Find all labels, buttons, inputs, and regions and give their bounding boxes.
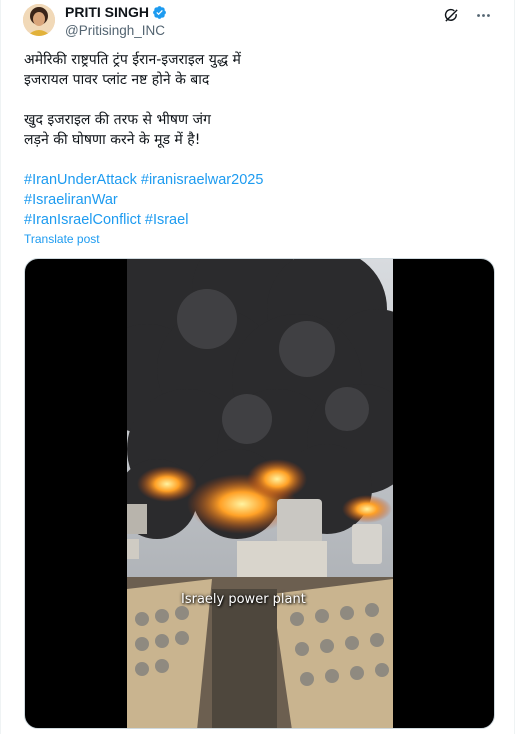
author-handle[interactable]: @Pritisingh_INC: [65, 23, 165, 38]
post-card: PRITI SINGH @Pritisingh_INC अमेरिकी राष्…: [0, 0, 515, 734]
post-line: इजरायल पावर प्लांट नष्ट होने के बाद: [24, 72, 210, 88]
video-frame: [127, 259, 393, 728]
video-player[interactable]: [24, 258, 495, 729]
hashtag-link[interactable]: #IranIsraelConflict: [24, 212, 141, 228]
avatar[interactable]: [23, 4, 55, 36]
author-name[interactable]: PRITI SINGH: [65, 4, 149, 20]
author-name-row[interactable]: PRITI SINGH: [65, 4, 167, 20]
post-line: लड़ने की घोषणा करने के मूड में है!: [24, 132, 201, 148]
post-text: अमेरिकी राष्ट्रपति ट्रंप ईरान-इजराइल युद…: [24, 50, 494, 150]
post-header-actions: [442, 6, 492, 24]
hashtags: #IranUnderAttack #iranisraelwar2025 #Isr…: [24, 170, 263, 230]
post-blank-line: [24, 90, 494, 110]
video-caption: Israely power plant: [181, 592, 306, 607]
translate-post-link[interactable]: Translate post: [24, 232, 100, 246]
hashtag-link[interactable]: #Israel: [145, 212, 189, 228]
post-line: खुद इजराइल की तरफ से भीषण जंग: [24, 112, 211, 128]
hashtag-link[interactable]: #IranUnderAttack: [24, 172, 137, 188]
grok-icon[interactable]: [442, 6, 460, 24]
more-icon[interactable]: [474, 6, 492, 24]
hashtag-link[interactable]: #IsraeliranWar: [24, 192, 118, 208]
hashtag-link[interactable]: #iranisraelwar2025: [141, 172, 264, 188]
verified-badge-icon: [152, 5, 167, 20]
post-line: अमेरिकी राष्ट्रपति ट्रंप ईरान-इजराइल युद…: [24, 52, 241, 68]
